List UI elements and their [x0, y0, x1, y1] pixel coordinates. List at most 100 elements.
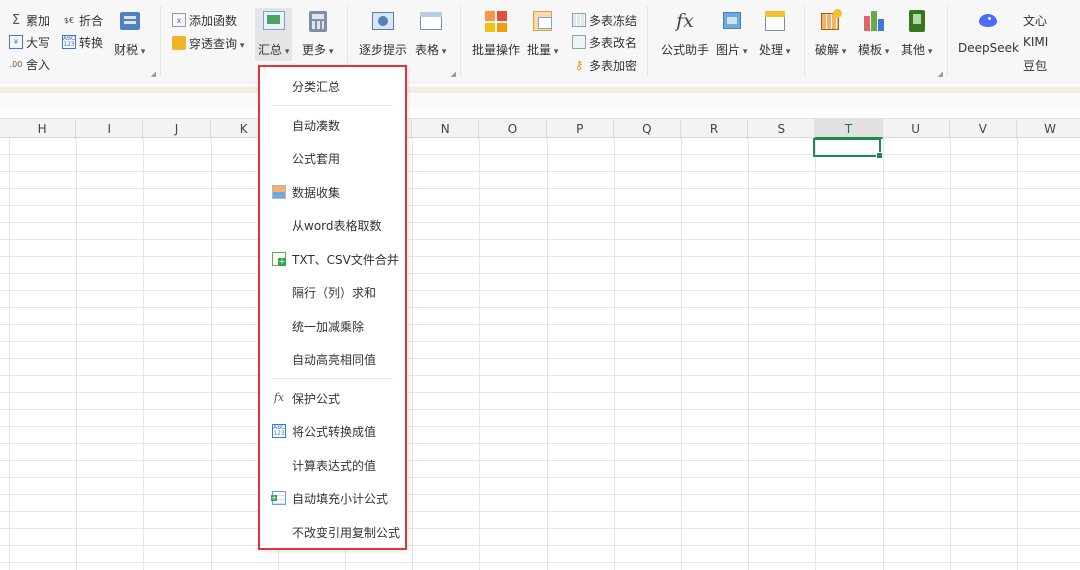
- multi-encrypt-label: 多表加密: [589, 58, 638, 73]
- fx-icon: fx: [676, 10, 694, 32]
- table-button[interactable]: 表格: [415, 8, 446, 58]
- penetrate-query-button[interactable]: 穿透查询: [172, 33, 244, 53]
- column-header-u[interactable]: U: [883, 119, 950, 139]
- accumulate-button[interactable]: Σ 累加: [9, 10, 50, 30]
- menu-item-auto-sum-match[interactable]: 自动凑数: [260, 110, 405, 140]
- menu-item-fill-subtotal[interactable]: + 自动填充小计公式: [260, 483, 405, 513]
- batch-ops-button[interactable]: 批量操作: [472, 8, 520, 58]
- column-header-j[interactable]: J: [143, 119, 211, 139]
- file-merge-icon: +: [272, 252, 286, 266]
- column-header-s[interactable]: S: [748, 119, 816, 139]
- column-header-n[interactable]: N: [412, 119, 480, 139]
- query-icon: [172, 36, 186, 50]
- column-header-o[interactable]: O: [479, 119, 547, 139]
- fx-icon: fx: [273, 391, 285, 404]
- menu-item-word-table[interactable]: 从word表格取数: [260, 210, 405, 240]
- add-function-button[interactable]: x 添加函数: [172, 10, 237, 30]
- column-header-v[interactable]: V: [950, 119, 1017, 139]
- crack-icon: [818, 8, 844, 34]
- data-collect-icon: [272, 185, 286, 199]
- crack-label: 破解: [815, 41, 846, 58]
- menu-item-subtotal[interactable]: 分类汇总: [260, 71, 405, 101]
- column-header-q[interactable]: Q: [614, 119, 681, 139]
- multi-encrypt-button[interactable]: ⚷ 多表加密: [572, 55, 637, 75]
- column-header-r[interactable]: R: [681, 119, 749, 139]
- expand-corner-icon[interactable]: ◢: [151, 70, 156, 78]
- menu-item-label: 统一加减乘除: [292, 319, 365, 334]
- grid-vline: [1017, 138, 1018, 570]
- column-header-t[interactable]: T: [815, 119, 883, 139]
- column-header-p[interactable]: P: [547, 119, 614, 139]
- batch-icon: [530, 8, 556, 34]
- more-button[interactable]: 更多: [302, 8, 333, 58]
- other-button[interactable]: 其他: [901, 8, 932, 58]
- formula-helper-button[interactable]: fx 公式助手: [661, 8, 709, 58]
- batch-button[interactable]: 批量: [527, 8, 558, 58]
- menu-item-protect-formula[interactable]: fx 保护公式: [260, 383, 405, 413]
- summary-button[interactable]: 汇总: [255, 8, 293, 61]
- menu-item-label: 隔行（列）求和: [292, 285, 377, 300]
- column-header-i[interactable]: I: [76, 119, 144, 139]
- menu-item-txt-csv-merge[interactable]: + TXT、CSV文件合并: [260, 244, 405, 274]
- template-button[interactable]: 模板: [858, 8, 889, 58]
- active-cell[interactable]: [813, 138, 883, 159]
- group-helpers: fx 公式助手 图片 处理: [648, 0, 804, 80]
- convert-rate-icon: $€: [63, 15, 75, 25]
- grid-vline: [546, 138, 548, 570]
- calculator-icon: [305, 8, 331, 34]
- step-hint-button[interactable]: 逐步提示: [359, 8, 407, 58]
- menu-item-label: 公式套用: [292, 151, 341, 166]
- batch-ops-icon: [483, 8, 509, 34]
- menu-item-copy-keep-ref[interactable]: 不改变引用复制公式: [260, 517, 405, 547]
- uppercase-button[interactable]: ¥ 大写: [9, 32, 50, 52]
- picture-button[interactable]: 图片: [716, 8, 747, 58]
- column-header-w[interactable]: W: [1017, 119, 1080, 139]
- multi-rename-label: 多表改名: [589, 35, 638, 50]
- menu-item-label: 自动凑数: [292, 118, 341, 133]
- table-icon: [418, 8, 444, 34]
- menu-item-eval-expression[interactable]: 计算表达式的值: [260, 450, 405, 480]
- menu-item-alternate-sum[interactable]: 隔行（列）求和: [260, 277, 405, 307]
- grid-vline: [949, 138, 951, 570]
- menu-item-label: 保护公式: [292, 391, 341, 406]
- menu-item-unified-arith[interactable]: 统一加减乘除: [260, 311, 405, 341]
- deepseek-label: DeepSeek: [958, 41, 1019, 55]
- grid-vline: [143, 138, 145, 570]
- grid-vline: [412, 138, 414, 570]
- menu-item-label: TXT、CSV文件合并: [292, 252, 399, 267]
- multi-freeze-label: 多表冻结: [589, 13, 638, 28]
- menu-item-highlight-same[interactable]: 自动高亮相同值: [260, 344, 405, 374]
- multi-freeze-button[interactable]: 多表冻结: [572, 10, 637, 30]
- deepseek-button[interactable]: DeepSeek: [958, 8, 1019, 55]
- grid-vline: [9, 138, 10, 570]
- other-label: 其他: [901, 41, 932, 58]
- tax-button[interactable]: 财税: [114, 8, 145, 58]
- batch-ops-label: 批量操作: [472, 43, 521, 57]
- process-icon: [762, 8, 788, 34]
- uppercase-icon: ¥: [9, 35, 23, 49]
- expand-corner-icon[interactable]: ◢: [938, 70, 943, 78]
- kimi-button[interactable]: KIMI: [1023, 32, 1048, 52]
- convert-rate-button[interactable]: $€ 折合: [62, 10, 103, 30]
- crack-button[interactable]: 破解: [815, 8, 846, 58]
- summary-dropdown-menu: 分类汇总 自动凑数 公式套用 数据收集 从word表格取数 + TXT、CSV文…: [258, 65, 407, 550]
- wenxin-button[interactable]: 文心: [1023, 10, 1047, 30]
- menu-item-apply-formula[interactable]: 公式套用: [260, 143, 405, 173]
- grid-vline: [613, 138, 615, 570]
- column-header-h[interactable]: H: [9, 119, 77, 139]
- doubao-button[interactable]: 豆包: [1023, 55, 1047, 75]
- menu-item-label: 不改变引用复制公式: [292, 525, 401, 540]
- menu-item-data-collect[interactable]: 数据收集: [260, 177, 405, 207]
- sheet-grid[interactable]: [0, 138, 1080, 570]
- expand-corner-icon[interactable]: ◢: [451, 70, 456, 78]
- batch-label: 批量: [527, 41, 558, 58]
- group-ai: DeepSeek 文心 KIMI 豆包: [948, 0, 1080, 80]
- menu-item-formula-to-value[interactable]: ABC 123 将公式转换成值: [260, 416, 405, 446]
- process-button[interactable]: 处理: [759, 8, 790, 58]
- convert-button[interactable]: ABC 123 转换: [62, 32, 103, 52]
- menu-item-label: 数据收集: [292, 185, 341, 200]
- round-button[interactable]: .00 舍入: [9, 54, 50, 74]
- penetrate-query-label: 穿透查询: [189, 35, 244, 52]
- multi-rename-button[interactable]: 多表改名: [572, 32, 637, 52]
- deepseek-whale-icon: [975, 8, 1001, 34]
